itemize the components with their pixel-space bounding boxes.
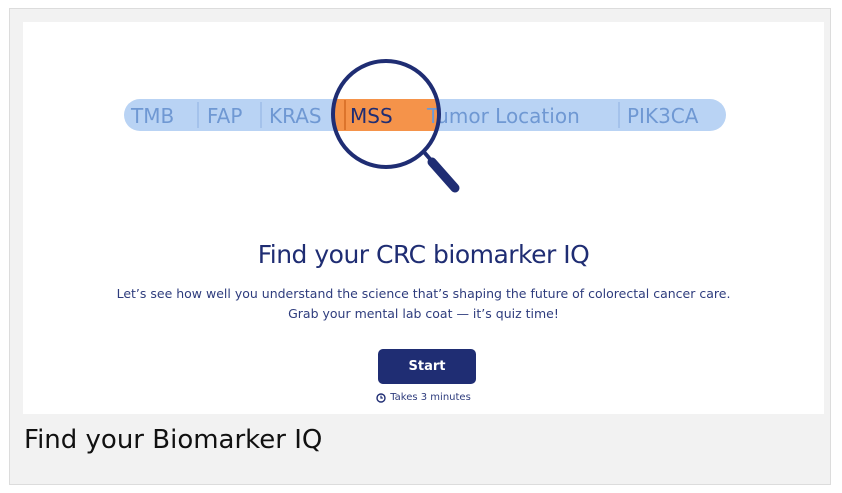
start-button[interactable]: Start <box>378 349 476 384</box>
pill-label-mss: MSS <box>350 104 393 128</box>
embed-container: TMB FAP KRAS MSS Tumor Location PIK3CA F… <box>9 8 831 485</box>
pill-label-kras: KRAS <box>269 104 322 128</box>
biomarker-illustration: TMB FAP KRAS MSS Tumor Location PIK3CA <box>124 59 726 193</box>
pill-label-tumor-location: Tumor Location <box>426 104 580 128</box>
page-title: Find your CRC biomarker IQ <box>257 240 590 269</box>
duration-note: Takes 3 minutes <box>23 392 824 403</box>
pill-label-fap: FAP <box>207 104 242 128</box>
duration-text: Takes 3 minutes <box>390 392 471 403</box>
pill-label-tmb: TMB <box>130 104 174 128</box>
intro-line-1: Let’s see how well you understand the sc… <box>116 286 731 301</box>
embed-caption: Find your Biomarker IQ <box>24 425 323 455</box>
pill-label-pik3ca: PIK3CA <box>627 104 699 128</box>
quiz-card: TMB FAP KRAS MSS Tumor Location PIK3CA F… <box>23 22 824 414</box>
intro-text: Let’s see how well you understand the sc… <box>23 284 824 324</box>
intro-line-2: Grab your mental lab coat — it’s quiz ti… <box>288 306 559 321</box>
clock-icon <box>376 392 386 403</box>
